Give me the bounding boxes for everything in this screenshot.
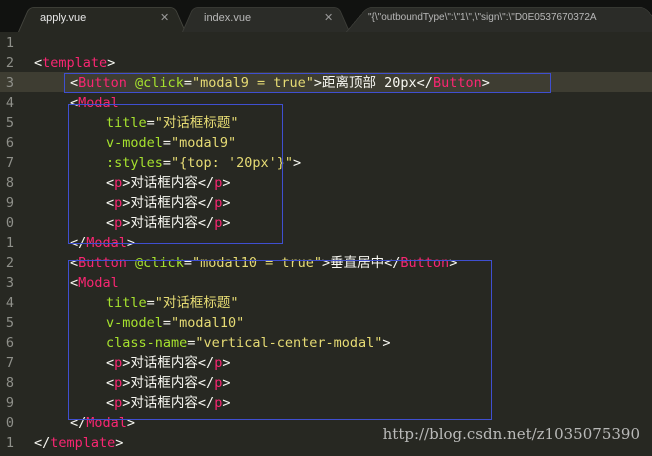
line-number: 4 <box>5 95 14 111</box>
line-number: 5 <box>5 315 14 331</box>
line-number: 2 <box>5 55 14 71</box>
watermark: http://blog.csdn.net/z1035075390 <box>382 425 640 443</box>
line-number: 1 <box>5 35 14 51</box>
line-number: 2 <box>5 255 14 271</box>
line-number: 4 <box>5 295 14 311</box>
annotation-box-button9 <box>64 73 551 93</box>
annotation-box-modal9 <box>68 104 283 244</box>
tab-bar: apply.vue ✕ index.vue ✕ "{\"outboundType… <box>0 0 652 32</box>
close-icon[interactable]: ✕ <box>324 11 333 24</box>
tab-apply-vue[interactable]: apply.vue ✕ <box>18 3 186 32</box>
line-number: 0 <box>5 415 14 431</box>
tab-json-string[interactable]: "{\"outboundType\":\"1\",\"sign\":\"D0E0… <box>346 3 652 32</box>
tab-index-vue[interactable]: index.vue ✕ <box>182 3 350 32</box>
line-number: 0 <box>5 215 14 231</box>
line-number: 7 <box>5 355 14 371</box>
line-number: 5 <box>5 115 14 131</box>
line-number: 8 <box>5 175 14 191</box>
line-number: 3 <box>5 275 14 291</box>
code-line: <template> <box>34 55 116 71</box>
line-number: 7 <box>5 155 14 171</box>
close-icon[interactable]: ✕ <box>160 11 169 24</box>
line-number-gutter: 1 2 3 4 5 6 7 8 9 0 1 2 3 4 5 6 7 8 9 0 … <box>0 33 14 456</box>
tab-label: index.vue <box>204 11 252 24</box>
line-number: 9 <box>5 195 14 211</box>
line-number: 6 <box>5 135 14 151</box>
line-number: 9 <box>5 395 14 411</box>
tab-label: apply.vue <box>40 11 87 24</box>
line-number: 8 <box>5 375 14 391</box>
annotation-box-modal10 <box>68 260 492 420</box>
line-number: 3 <box>5 75 14 91</box>
code-line: </template> <box>34 435 124 451</box>
line-number: 6 <box>5 335 14 351</box>
line-number: 1 <box>5 235 14 251</box>
line-number: 1 <box>5 435 14 451</box>
tab-label: "{\"outboundType\":\"1\",\"sign\":\"D0E0… <box>368 12 597 23</box>
